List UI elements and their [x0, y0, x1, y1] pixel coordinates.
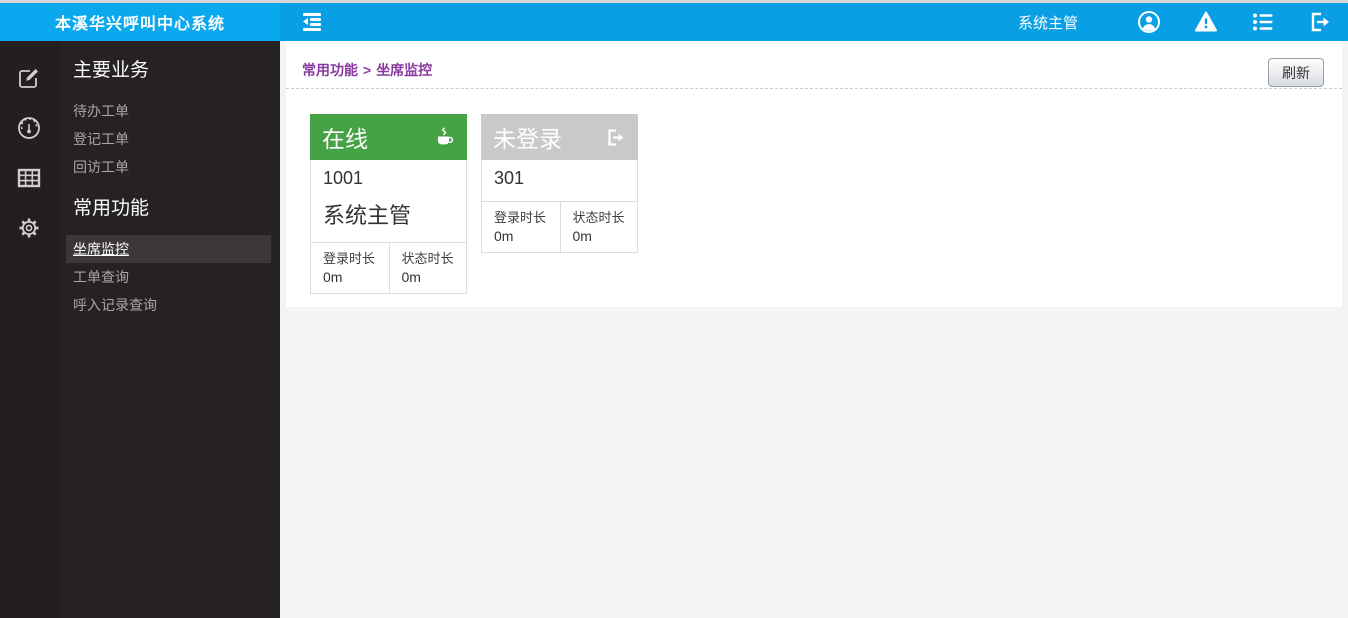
- breadcrumb-parent[interactable]: 常用功能: [302, 62, 358, 78]
- sign-out-icon[interactable]: [1308, 10, 1332, 34]
- list-icon[interactable]: [1251, 10, 1275, 34]
- agent-card-online: 在线 1001 系统主管 登录时长 0m 状态时长 0m: [310, 114, 467, 294]
- menu-section-common-functions: 常用功能: [73, 198, 150, 219]
- login-duration-stat: 登录时长 0m: [311, 243, 389, 293]
- menu-section-main-business: 主要业务: [73, 60, 150, 81]
- sidebar-menu: 主要业务 待办工单 登记工单 回访工单 常用功能 坐席监控 工单查询 呼入记录查…: [58, 41, 280, 618]
- sidebar-item-pending-tickets[interactable]: 待办工单: [58, 97, 280, 125]
- sidebar-item-inbound-record-query[interactable]: 呼入记录查询: [58, 291, 280, 319]
- stat-label: 登录时长: [494, 210, 547, 225]
- sidebar-item-ticket-query[interactable]: 工单查询: [58, 263, 280, 291]
- stat-label: 状态时长: [401, 251, 454, 266]
- stat-value: 0m: [401, 269, 421, 285]
- agent-card-body: 1001 系统主管: [310, 160, 467, 242]
- state-duration-stat: 状态时长 0m: [559, 202, 638, 252]
- sidebar-item-register-tickets[interactable]: 登记工单: [58, 125, 280, 153]
- top-bar: 本溪华兴呼叫中心系统 系统主管: [0, 3, 1348, 41]
- content-panel: 常用功能 > 坐席监控 刷新 在线 1001 系统主管 登录时长 0m 状态时长…: [286, 41, 1342, 307]
- stat-value: 0m: [323, 269, 343, 285]
- top-nav: 系统主管: [280, 3, 1348, 41]
- user-circle-icon[interactable]: [1137, 10, 1161, 34]
- sidebar: 主要业务 待办工单 登记工单 回访工单 常用功能 坐席监控 工单查询 呼入记录查…: [0, 41, 280, 618]
- agent-status-cards: 在线 1001 系统主管 登录时长 0m 状态时长 0m 未登录 301 登录时…: [286, 89, 1342, 294]
- breadcrumb-row: 常用功能 > 坐席监控 刷新: [286, 41, 1342, 89]
- sidebar-collapse-icon[interactable]: [300, 11, 324, 33]
- refresh-button[interactable]: 刷新: [1268, 58, 1324, 87]
- sidebar-item-agent-monitor[interactable]: 坐席监控: [66, 235, 271, 263]
- current-user-label[interactable]: 系统主管: [1018, 12, 1078, 33]
- stat-label: 状态时长: [572, 210, 625, 225]
- top-nav-right: 系统主管: [1018, 10, 1332, 34]
- table-icon[interactable]: [16, 165, 42, 191]
- agent-card-stats: 登录时长 0m 状态时长 0m: [310, 242, 467, 294]
- agent-card-header: 在线: [310, 114, 467, 160]
- state-duration-stat: 状态时长 0m: [388, 243, 467, 293]
- stat-value: 0m: [494, 228, 514, 244]
- gear-icon[interactable]: [16, 215, 42, 241]
- breadcrumb-separator: >: [363, 62, 372, 78]
- sidebar-icon-rail: [0, 41, 58, 618]
- stat-value: 0m: [572, 228, 592, 244]
- login-duration-stat: 登录时长 0m: [482, 202, 560, 252]
- agent-card-body: 301: [481, 160, 638, 201]
- warning-icon[interactable]: [1194, 10, 1218, 34]
- app-window: 本溪华兴呼叫中心系统 系统主管 主要业务 待办工单 登记工单 回访工单 常用功能…: [0, 0, 1348, 618]
- breadcrumb: 常用功能 > 坐席监控: [302, 60, 432, 80]
- gauge-icon[interactable]: [16, 115, 42, 141]
- breadcrumb-current[interactable]: 坐席监控: [376, 62, 432, 78]
- app-title: 本溪华兴呼叫中心系统: [0, 3, 280, 41]
- edit-icon[interactable]: [16, 65, 42, 91]
- sidebar-item-callback-tickets[interactable]: 回访工单: [58, 153, 280, 181]
- agent-status-label: 未登录: [493, 126, 562, 152]
- agent-card-offline: 未登录 301 登录时长 0m 状态时长 0m: [481, 114, 638, 253]
- stat-label: 登录时长: [323, 251, 376, 266]
- coffee-icon: [434, 127, 455, 148]
- agent-extension: 301: [494, 168, 525, 188]
- agent-name: 系统主管: [323, 203, 412, 228]
- agent-extension: 1001: [323, 168, 364, 188]
- sign-out-icon: [605, 127, 626, 148]
- agent-card-stats: 登录时长 0m 状态时长 0m: [481, 201, 638, 253]
- agent-status-label: 在线: [322, 126, 368, 152]
- content-area: 常用功能 > 坐席监控 刷新 在线 1001 系统主管 登录时长 0m 状态时长…: [280, 41, 1348, 618]
- agent-card-header: 未登录: [481, 114, 638, 160]
